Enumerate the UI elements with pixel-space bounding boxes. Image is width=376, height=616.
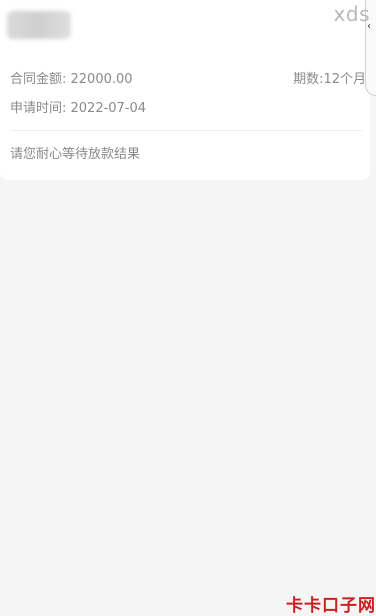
blurred-title — [7, 11, 71, 39]
divider — [10, 130, 362, 131]
apply-time: 申请时间: 2022-07-04 — [10, 101, 147, 116]
watermark-top: xds — [333, 2, 370, 26]
watermark-bottom: 卡卡口子网 — [286, 596, 376, 616]
loan-term: 期数:12个月 — [293, 72, 366, 87]
loan-card: 合同金额: 22000.00 期数:12个月 申请时间: 2022-07-04 … — [0, 0, 370, 180]
status-message: 请您耐心等待放款结果 — [10, 147, 141, 162]
